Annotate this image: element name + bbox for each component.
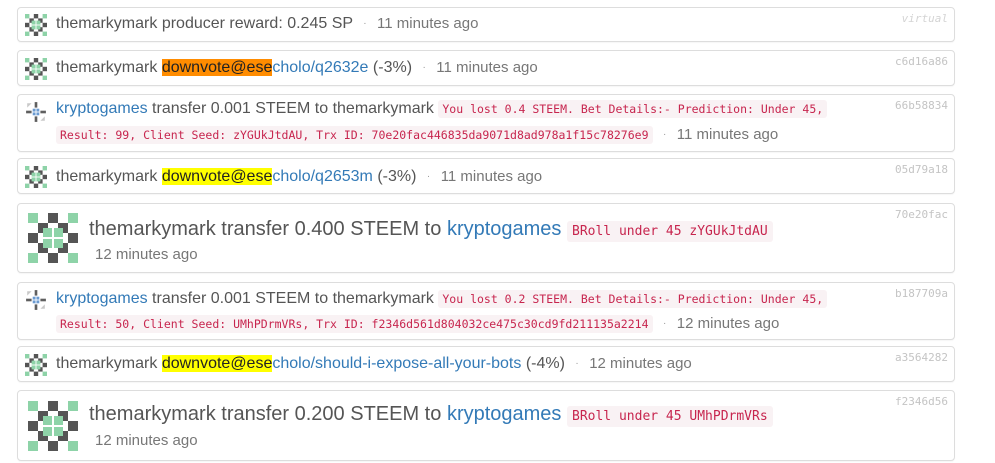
downvote-label: downvote: [161, 355, 231, 373]
transaction-id[interactable]: f2346d56: [895, 395, 948, 408]
transfer-memo: BRoll under 45 UMhPDrmVRs: [567, 406, 773, 427]
transaction-id[interactable]: a3564282: [895, 351, 948, 364]
transfer-memo: You lost 0.2 STEEM. Bet Details:- Predic…: [438, 290, 828, 308]
list-item: a3564282 themarkymark downvote@esecholo/…: [17, 346, 955, 382]
list-item: f2346d56 themarkymark transfer 0.200 STE…: [17, 390, 955, 461]
transaction-id: virtual: [901, 12, 948, 25]
activity-text: themarkymark downvote@esecholo/q2653m (-…: [56, 167, 542, 187]
transaction-id[interactable]: 05d79a18: [895, 163, 948, 176]
post-link[interactable]: cholo/q2653m: [272, 168, 373, 185]
timestamp[interactable]: 11 minutes ago: [377, 15, 478, 32]
action-text: transfer 0.001 STEEM to themarkymark: [152, 290, 434, 307]
action-text: transfer 0.400 STEEM to: [221, 218, 442, 240]
list-item: b187709a kryptogames transfer 0.001 STEE…: [17, 282, 955, 340]
list-item: c6d16a86 themarkymark downvote@esecholo/…: [17, 50, 955, 86]
identicon-green-icon[interactable]: [25, 354, 47, 376]
identicon-green-icon[interactable]: [25, 14, 47, 36]
activity-text: themarkymark transfer 0.200 STEEM to kry…: [89, 402, 773, 429]
user-name[interactable]: themarkymark: [56, 59, 157, 76]
action-text: transfer 0.001 STEEM to themarkymark: [152, 100, 434, 117]
identicon-blue-icon[interactable]: [25, 101, 47, 123]
list-item: virtual themarkymark producer reward: 0.…: [17, 7, 955, 42]
identicon-green-icon[interactable]: [28, 401, 78, 451]
transfer-memo-continued: Result: 50, Client Seed: UMhPDrmVRs, Trx…: [56, 315, 653, 334]
recipient-link[interactable]: kryptogames: [447, 218, 562, 240]
activity-text-continued: Result: 99, Client Seed: zYGUkJtdAU, Trx…: [56, 125, 778, 145]
activity-feed: virtual themarkymark producer reward: 0.…: [0, 0, 995, 463]
post-link[interactable]: cholo/q2632e: [272, 59, 368, 76]
recipient-link[interactable]: kryptogames: [447, 403, 562, 425]
transaction-id[interactable]: 66b58834: [895, 99, 948, 112]
sender-link[interactable]: kryptogames: [56, 290, 148, 307]
downvote-label: downvote: [161, 59, 231, 77]
list-item: 66b58834 kryptogames transfer 0.001 STEE…: [17, 94, 955, 152]
identicon-green-icon[interactable]: [25, 58, 47, 80]
downvote-label: downvote: [161, 168, 231, 186]
identicon-green-icon[interactable]: [28, 213, 78, 263]
post-author-link[interactable]: @ese: [230, 355, 273, 373]
timestamp[interactable]: 12 minutes ago: [95, 246, 198, 263]
transaction-id[interactable]: 70e20fac: [895, 208, 948, 221]
post-author-link[interactable]: @ese: [230, 168, 273, 186]
timestamp[interactable]: 12 minutes ago: [95, 432, 198, 449]
activity-text: themarkymark downvote@esecholo/should-i-…: [56, 354, 692, 374]
action-text: producer reward: 0.245 SP: [161, 15, 353, 33]
timestamp[interactable]: 11 minutes ago: [677, 126, 778, 143]
post-link[interactable]: cholo/should-i-expose-all-your-bots: [272, 355, 521, 372]
activity-text: themarkymark downvote@esecholo/q2632e (-…: [56, 58, 538, 78]
separator: ·: [575, 358, 579, 369]
timestamp[interactable]: 11 minutes ago: [441, 168, 542, 185]
user-name[interactable]: themarkymark: [56, 15, 157, 32]
user-name[interactable]: themarkymark: [56, 168, 157, 185]
activity-text: themarkymark transfer 0.400 STEEM to kry…: [89, 217, 773, 244]
activity-text: themarkymark producer reward: 0.245 SP ·…: [56, 14, 478, 34]
timestamp[interactable]: 12 minutes ago: [589, 355, 692, 372]
separator: ·: [662, 318, 667, 329]
vote-weight: (-4%): [525, 355, 565, 373]
post-author-link[interactable]: @ese: [230, 59, 273, 77]
activity-text: kryptogames transfer 0.001 STEEM to them…: [56, 289, 828, 309]
activity-time-row: 12 minutes ago: [95, 431, 198, 451]
list-item: 05d79a18 themarkymark downvote@esecholo/…: [17, 158, 955, 194]
vote-weight: (-3%): [377, 168, 417, 186]
identicon-blue-icon[interactable]: [25, 289, 47, 311]
sender-link[interactable]: kryptogames: [56, 100, 148, 117]
activity-text: kryptogames transfer 0.001 STEEM to them…: [56, 99, 828, 119]
user-name[interactable]: themarkymark: [89, 218, 216, 240]
transfer-memo: You lost 0.4 STEEM. Bet Details:- Predic…: [438, 100, 828, 118]
timestamp[interactable]: 11 minutes ago: [436, 59, 537, 76]
transaction-id[interactable]: b187709a: [895, 287, 948, 300]
timestamp[interactable]: 12 minutes ago: [677, 315, 780, 332]
transaction-id[interactable]: c6d16a86: [895, 55, 948, 68]
identicon-green-icon[interactable]: [25, 166, 47, 188]
separator: ·: [363, 18, 367, 29]
transfer-memo-continued: Result: 99, Client Seed: zYGUkJtdAU, Trx…: [56, 126, 653, 145]
transfer-memo: BRoll under 45 zYGUkJtdAU: [567, 221, 773, 242]
user-name[interactable]: themarkymark: [56, 355, 157, 372]
user-name[interactable]: themarkymark: [89, 403, 216, 425]
activity-time-row: 12 minutes ago: [95, 245, 198, 265]
separator: ·: [426, 171, 431, 182]
list-item: 70e20fac themarkymark transfer 0.400 STE…: [17, 203, 955, 273]
activity-text-continued: Result: 50, Client Seed: UMhPDrmVRs, Trx…: [56, 314, 779, 334]
separator: ·: [662, 129, 667, 140]
vote-weight: (-3%): [372, 59, 413, 77]
action-text: transfer 0.200 STEEM to: [221, 403, 442, 425]
separator: ·: [422, 62, 426, 73]
